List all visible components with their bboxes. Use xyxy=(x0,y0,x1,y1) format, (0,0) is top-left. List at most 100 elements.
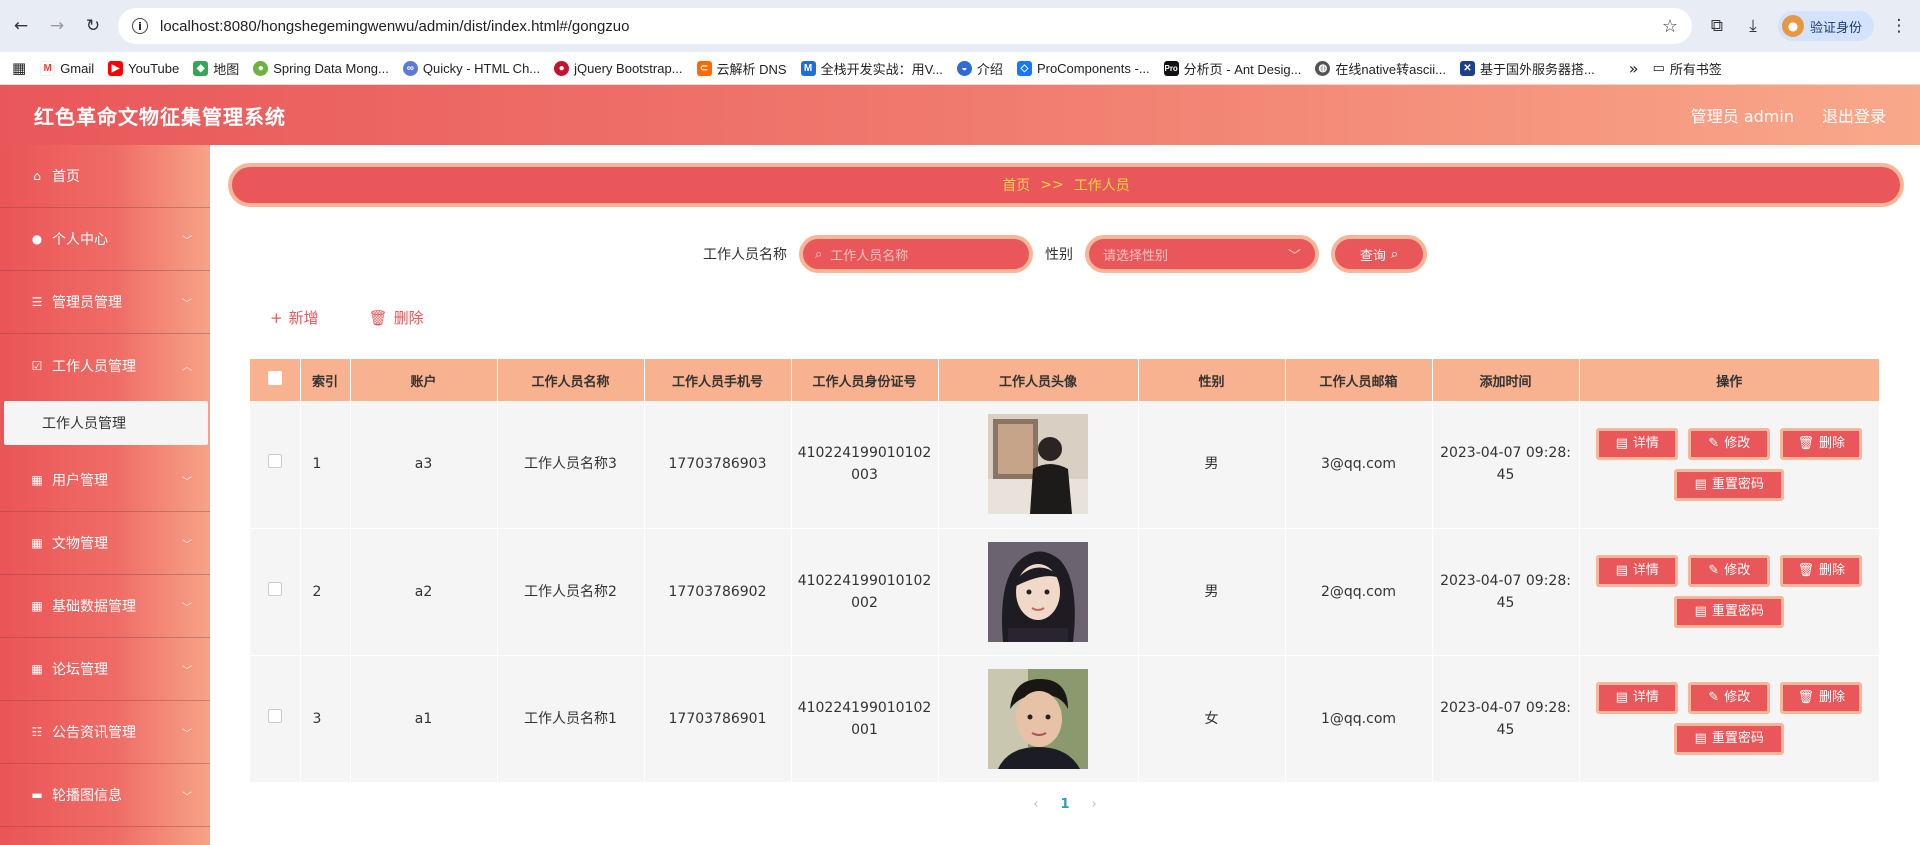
chevron-down-icon: ﹀ xyxy=(182,539,192,551)
sidebar-item-users[interactable]: ▦ 用户管理 ﹀ xyxy=(0,449,210,512)
cell-index: 1 xyxy=(300,401,351,529)
sidebar-item-news[interactable]: ☷ 公告资讯管理 ﹀ xyxy=(0,701,210,764)
name-search-input[interactable]: ⌕ 工作人员名称 xyxy=(799,235,1033,273)
cell-phone: 17703786901 xyxy=(644,655,792,783)
reset-password-button[interactable]: ▤ 重置密码 xyxy=(1674,468,1785,501)
bookmarks-overflow-icon[interactable]: » xyxy=(1629,59,1639,78)
address-bar[interactable]: i localhost:8080/hongshegemingwenwu/admi… xyxy=(118,8,1692,44)
cell-avatar xyxy=(938,528,1139,656)
detail-button[interactable]: ▤ 详情 xyxy=(1596,682,1679,714)
name-search-placeholder: 工作人员名称 xyxy=(830,248,909,264)
site-info-icon[interactable]: i xyxy=(132,18,148,34)
row-checkbox[interactable] xyxy=(267,581,282,596)
trash-icon: 🗑 xyxy=(1797,435,1814,451)
row-checkbox[interactable] xyxy=(267,708,282,723)
cell-avatar xyxy=(938,655,1139,783)
col-time: 添加时间 xyxy=(1432,359,1580,401)
breadcrumb-current: 工作人员 xyxy=(1073,178,1130,194)
logout-link[interactable]: 退出登录 xyxy=(1822,103,1886,127)
bookmark-item[interactable]: ◆ 地图 xyxy=(193,59,239,78)
chevron-down-icon: ﹀ xyxy=(182,791,192,803)
profile-button[interactable]: ● 验证身份 xyxy=(1777,11,1874,41)
avatar-image xyxy=(988,541,1088,642)
next-page-button[interactable]: › xyxy=(1092,797,1097,812)
apps-icon[interactable]: ▦ xyxy=(12,59,26,77)
sidebar-item-carousel[interactable]: ▬ 轮播图信息 ﹀ xyxy=(0,764,210,827)
extensions-icon[interactable]: ⧉ xyxy=(1706,15,1728,37)
edit-button[interactable]: ✎ 修改 xyxy=(1688,682,1771,714)
bookmark-item[interactable]: ✕ 基于国外服务器搭... xyxy=(1459,59,1595,78)
bookmark-star-icon[interactable]: ☆ xyxy=(1662,16,1678,37)
delete-button[interactable]: 🗑 删除 xyxy=(1780,682,1863,714)
bookmark-item[interactable]: ● jQuery Bootstrap... xyxy=(554,60,683,76)
page-number[interactable]: 1 xyxy=(1060,797,1069,812)
detail-button[interactable]: ▤ 详情 xyxy=(1596,555,1679,587)
sidebar-item-profile[interactable]: ● 个人中心 ﹀ xyxy=(0,208,210,271)
reset-password-button[interactable]: ▤ 重置密码 xyxy=(1674,723,1785,755)
col-ops: 操作 xyxy=(1579,359,1880,401)
sliders-icon: ☷ xyxy=(31,725,43,739)
reload-icon[interactable]: ↻ xyxy=(82,15,104,37)
table-row: 2 a2 工作人员名称2 17703786902 410224199010102… xyxy=(250,528,1880,656)
prev-page-button[interactable]: ‹ xyxy=(1033,797,1038,812)
bookmark-item[interactable]: ∞ Quicky - HTML Ch... xyxy=(402,60,540,76)
sidebar-item-home[interactable]: ⌂ 首页 xyxy=(0,145,210,208)
add-button[interactable]: + 新增 xyxy=(270,307,319,328)
document-icon: ▤ xyxy=(1615,690,1628,705)
sidebar-subitem-staff[interactable]: 工作人员管理 xyxy=(4,401,208,445)
sidebar-item-basedata[interactable]: ▦ 基础数据管理 ﹀ xyxy=(0,575,210,638)
sidebar-item-admins[interactable]: ☰ 管理员管理 ﹀ xyxy=(0,271,210,334)
col-account: 账户 xyxy=(350,359,498,401)
breadcrumb-separator: >> xyxy=(1040,177,1064,193)
detail-button[interactable]: ▤ 详情 xyxy=(1596,427,1679,460)
select-all-checkbox[interactable] xyxy=(267,371,282,385)
trash-icon: 🗑 xyxy=(368,308,388,327)
reset-password-button[interactable]: ▤ 重置密码 xyxy=(1674,596,1785,628)
bookmark-item[interactable]: ◇ ProComponents -... xyxy=(1016,60,1150,76)
avatar-image xyxy=(988,414,1088,515)
pencil-icon: ✎ xyxy=(1708,563,1720,578)
search-icon: ⌕ xyxy=(815,246,823,262)
delete-button[interactable]: 🗑 删除 xyxy=(1780,427,1863,460)
edit-button[interactable]: ✎ 修改 xyxy=(1688,427,1771,460)
bookmark-item[interactable]: M 全栈开发实战：用V... xyxy=(800,59,943,78)
forward-icon[interactable]: → xyxy=(46,15,68,37)
folder-icon: ▭ xyxy=(1652,60,1665,75)
all-bookmarks[interactable]: ▭ 所有书签 xyxy=(1653,59,1722,78)
cell-account: a3 xyxy=(350,401,498,529)
cell-email: 2@qq.com xyxy=(1285,528,1433,656)
row-checkbox[interactable] xyxy=(267,454,282,469)
edit-button[interactable]: ✎ 修改 xyxy=(1688,555,1771,587)
batch-delete-button[interactable]: 🗑 删除 xyxy=(369,307,424,328)
cell-phone: 17703786903 xyxy=(644,401,792,529)
sidebar-item-forum[interactable]: ▦ 论坛管理 ﹀ xyxy=(0,638,210,701)
pencil-icon: ✎ xyxy=(1708,435,1720,451)
back-icon[interactable]: ← xyxy=(10,15,32,37)
cell-email: 1@qq.com xyxy=(1285,655,1433,783)
sidebar-item-staff[interactable]: ☑ 工作人员管理 ︿ xyxy=(0,334,210,397)
bookmark-item[interactable]: ● Spring Data Mong... xyxy=(253,60,389,76)
download-icon[interactable]: ⤓ xyxy=(1742,15,1764,37)
chevron-down-icon: ﹀ xyxy=(182,298,192,310)
bookmark-item[interactable]: ◍ 在线native转ascii... xyxy=(1315,59,1446,78)
document-icon: ▤ xyxy=(1615,563,1628,578)
gender-select[interactable]: 请选择性别 ﹀ xyxy=(1085,235,1319,273)
action-bar: + 新增 🗑 删除 xyxy=(270,307,424,328)
breadcrumb-home[interactable]: 首页 xyxy=(1002,175,1030,195)
gender-placeholder: 请选择性别 xyxy=(1103,248,1169,264)
bookmark-item[interactable]: ◒ 介绍 xyxy=(956,59,1003,78)
table-row: 3 a1 工作人员名称1 17703786901 410224199010102… xyxy=(250,655,1880,783)
bookmark-item[interactable]: ⊂ 云解析 DNS xyxy=(696,59,787,78)
sidebar-item-relics[interactable]: ▦ 文物管理 ﹀ xyxy=(0,512,210,575)
user-icon: ● xyxy=(31,232,43,246)
bookmark-item[interactable]: M Gmail xyxy=(40,60,94,76)
menu-icon[interactable]: ⋮ xyxy=(1888,15,1910,37)
bookmark-item[interactable]: Pro 分析页 - Ant Desig... xyxy=(1163,59,1301,78)
bookmark-item[interactable]: ▶ YouTube xyxy=(108,60,179,76)
grid-icon: ▦ xyxy=(31,473,43,487)
pagination: ‹ 1 › xyxy=(210,797,1920,812)
delete-button[interactable]: 🗑 删除 xyxy=(1780,555,1863,587)
avatar-icon: ● xyxy=(1781,15,1804,37)
url-text: localhost:8080/hongshegemingwenwu/admin/… xyxy=(160,17,630,35)
query-button[interactable]: 查询 ⌕ xyxy=(1331,235,1427,273)
